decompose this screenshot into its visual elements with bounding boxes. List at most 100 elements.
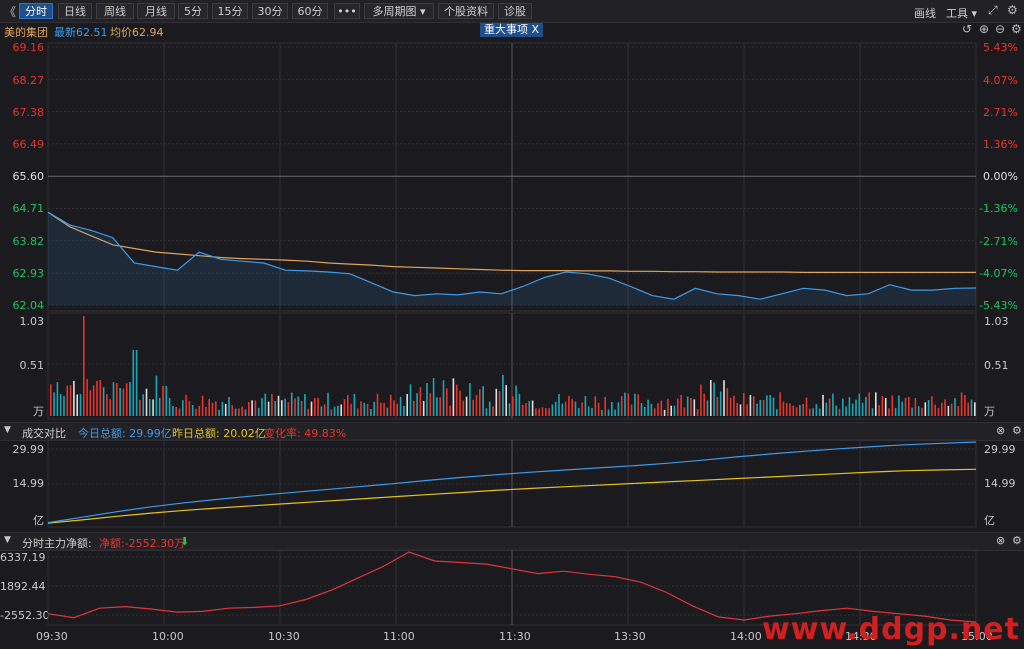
volume-bar [106, 394, 108, 416]
volume-bar [762, 399, 765, 416]
volume-bar [59, 394, 62, 416]
volume-bar [185, 394, 187, 416]
volume-bar [657, 403, 659, 416]
volume-bar [403, 405, 405, 416]
volume-bar [492, 406, 494, 416]
volume-bar [238, 408, 240, 416]
volume-bar [380, 402, 382, 416]
volume-bar [647, 399, 649, 416]
volume-bar [739, 404, 742, 416]
volume-bar [554, 401, 557, 416]
volume-bar [729, 397, 732, 416]
volume-bar [152, 399, 154, 416]
volume-bar [211, 402, 214, 416]
volume-bar [337, 405, 339, 416]
volume-bar [644, 406, 646, 416]
volume-bar [799, 405, 801, 416]
volume-bar [640, 403, 643, 416]
volume-bar [703, 393, 705, 416]
volume-bar [314, 398, 316, 416]
volume-bar [178, 408, 181, 416]
volume-bar [584, 396, 587, 416]
volume-bar [446, 388, 448, 416]
volume-bar [432, 378, 435, 416]
volume-bar [79, 394, 82, 416]
volume-bar [353, 393, 356, 416]
volume-bar [627, 393, 630, 416]
volume-bar [884, 398, 887, 416]
volume-bar [244, 409, 247, 416]
volume-bar [809, 408, 811, 416]
volume-bar [568, 395, 570, 416]
volume-bar [719, 391, 722, 416]
volume-bar [957, 406, 960, 416]
volume-bar [789, 403, 791, 416]
volume-bar [462, 400, 465, 416]
volume-bar [168, 398, 171, 416]
volume-bar [327, 392, 329, 416]
volume-bar [149, 399, 151, 416]
volume-bar [251, 400, 253, 416]
volume-bar [145, 388, 148, 416]
volume-bar [406, 394, 408, 416]
volume-bar [383, 403, 385, 416]
volume-bar [459, 390, 461, 416]
volume-bar [660, 400, 663, 416]
volume-bar [83, 316, 85, 416]
volume-bar [749, 395, 752, 416]
volume-bar [248, 402, 250, 416]
volume-bar [234, 408, 237, 416]
volume-bar [700, 384, 702, 416]
volume-bar [53, 392, 55, 416]
volume-bar [611, 402, 613, 416]
volume-bar [904, 397, 907, 416]
volume-bar [538, 408, 540, 416]
volume-bar [172, 405, 174, 416]
volume-bar [96, 380, 98, 416]
watermark: www.ddgp.net [762, 612, 1020, 647]
volume-bar [221, 401, 224, 416]
volume-bar [521, 404, 524, 416]
volume-bar [634, 393, 636, 416]
volume-bar [333, 406, 336, 416]
volume-bar [842, 398, 844, 416]
volume-bar [373, 401, 375, 416]
volume-bar [696, 409, 699, 416]
volume-bar [158, 397, 161, 416]
volume-bar [502, 375, 504, 416]
volume-bar [347, 395, 349, 416]
volume-bar [597, 402, 600, 416]
volume-bar [188, 401, 191, 416]
volume-bar [271, 394, 273, 416]
volume-bar [320, 406, 323, 416]
volume-bar [340, 404, 342, 416]
volume-bar [591, 408, 593, 416]
volume-bar [944, 399, 946, 416]
volume-bar [743, 392, 745, 416]
volume-bar [488, 401, 491, 416]
volume-bar [215, 401, 217, 416]
volume-bar [541, 407, 544, 416]
volume-bar [587, 406, 590, 416]
volume-bar [198, 405, 201, 416]
volume-bar [776, 409, 778, 416]
volume-bar [389, 394, 392, 416]
volume-bar [878, 405, 880, 416]
volume-bar [802, 403, 804, 416]
volume-bar [257, 407, 260, 416]
volume-bar [894, 407, 897, 416]
volume-bar [165, 386, 168, 416]
volume-bar [393, 400, 395, 416]
volume-bar [782, 401, 785, 416]
volume-bar [129, 382, 131, 416]
volume-bar [663, 409, 666, 416]
volume-bar [422, 401, 425, 416]
volume-bar [891, 395, 894, 416]
volume-bar [360, 401, 362, 416]
volume-bar [954, 398, 956, 416]
volume-bar [310, 401, 313, 416]
volume-bar [670, 405, 672, 416]
volume-bar [832, 393, 834, 416]
volume-bar [307, 409, 309, 416]
volume-bar [736, 403, 738, 416]
